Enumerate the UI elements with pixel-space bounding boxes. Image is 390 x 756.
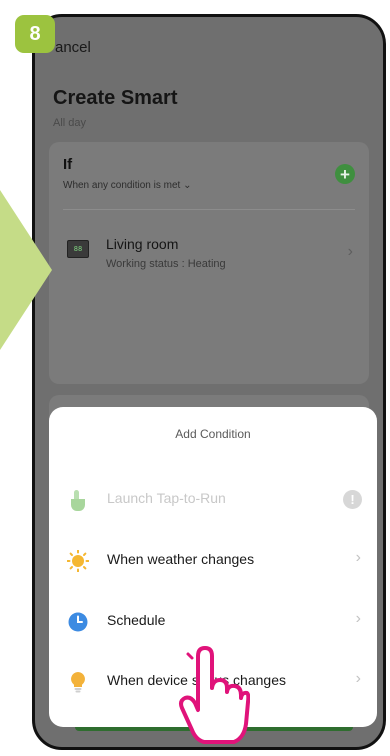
sheet-title: Add Condition — [175, 427, 251, 441]
device-name: Living room — [106, 236, 179, 252]
device-status: Working status : Heating — [106, 258, 226, 270]
tap-hand-pointer-icon — [179, 646, 250, 744]
chevron-right-icon: › — [355, 549, 361, 566]
condition-mode-dropdown[interactable]: When any condition is met ⌄ — [63, 180, 191, 191]
step-number-badge: 8 — [15, 15, 55, 53]
condition-mode-label: When any condition is met — [63, 180, 181, 191]
page-title: Create Smart — [53, 87, 178, 109]
device-condition-row[interactable]: 88 Living room Working status : Heating … — [49, 228, 369, 278]
warning-icon: ! — [343, 490, 362, 509]
plus-icon: + — [340, 164, 350, 184]
tap-hand-icon — [67, 489, 89, 511]
clock-icon — [67, 611, 89, 633]
phone-frame: ancel Create Smart All day If When any c… — [32, 14, 386, 750]
chevron-right-icon: › — [355, 670, 361, 687]
option-launch-tap-to-run[interactable]: Launch Tap-to-Run ! — [49, 473, 377, 527]
chevron-right-icon: › — [347, 243, 353, 260]
cancel-button[interactable]: ancel — [55, 39, 91, 56]
option-label: Schedule — [107, 612, 166, 628]
thermostat-display: 88 — [73, 245, 83, 253]
pointer-arrow-icon — [0, 190, 52, 350]
if-conditions-card: If When any condition is met ⌄ + 88 Livi… — [49, 142, 369, 384]
chevron-right-icon: › — [355, 610, 361, 627]
sun-icon — [67, 550, 89, 572]
chevron-down-icon: ⌄ — [183, 180, 192, 191]
option-schedule[interactable]: Schedule › — [49, 595, 377, 649]
if-heading: If — [63, 156, 73, 173]
option-label: When weather changes — [107, 551, 255, 567]
lightbulb-icon — [67, 671, 89, 693]
option-weather-changes[interactable]: When weather changes › — [49, 534, 377, 588]
add-condition-button[interactable]: + — [335, 164, 355, 184]
option-label: Launch Tap-to-Run — [107, 490, 226, 506]
thermostat-icon: 88 — [67, 240, 89, 258]
schedule-subtitle: All day — [53, 117, 87, 129]
divider — [63, 209, 355, 210]
